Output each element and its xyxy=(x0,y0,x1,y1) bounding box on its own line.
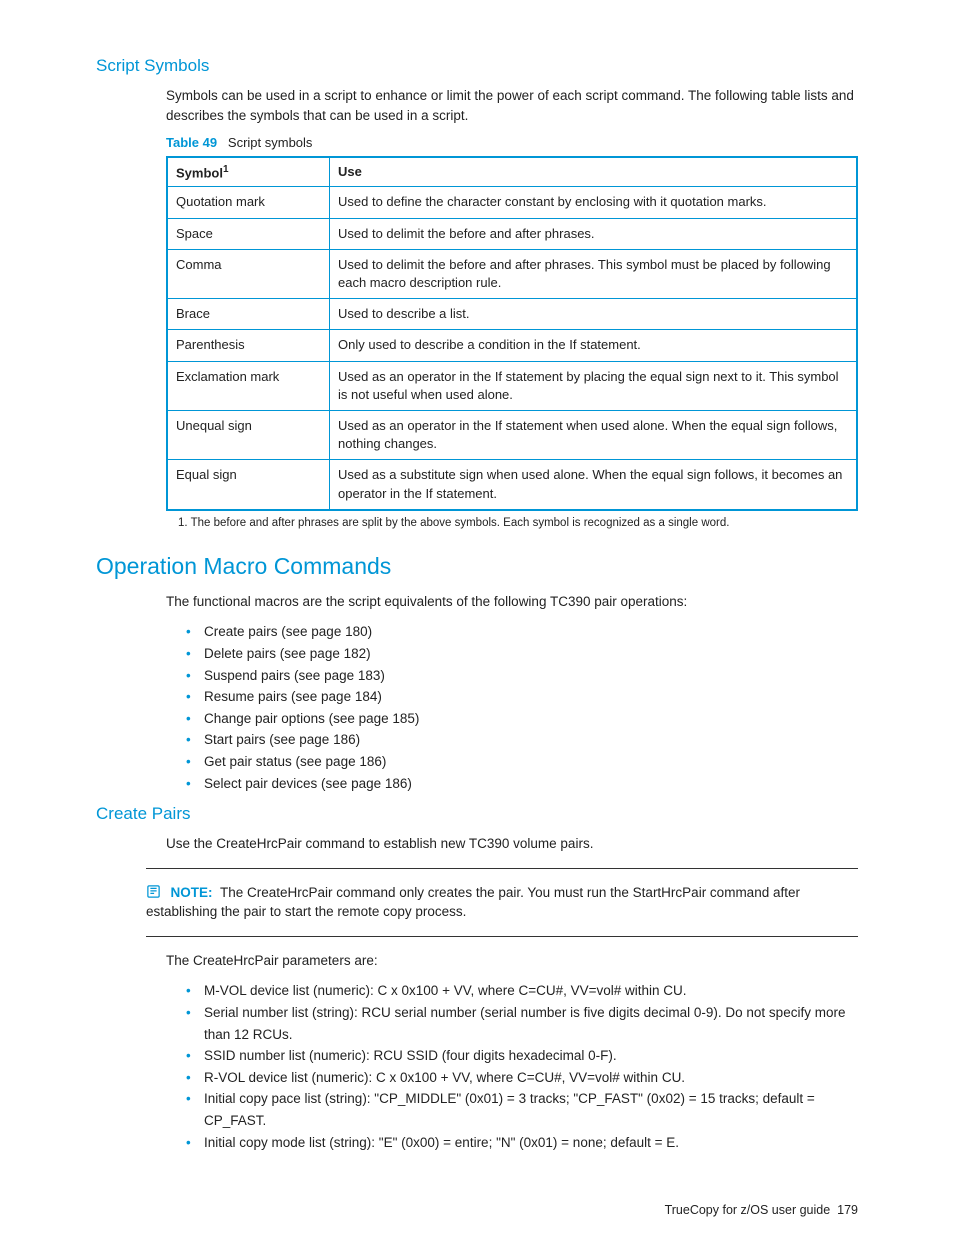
list-item: Initial copy mode list (string): "E" (0x… xyxy=(186,1132,858,1154)
table-caption-label: Table 49 xyxy=(166,135,217,150)
cell-symbol: Quotation mark xyxy=(167,187,330,218)
heading-create-pairs: Create Pairs xyxy=(96,804,858,824)
cell-symbol: Parenthesis xyxy=(167,330,330,361)
table-footnote: 1. The before and after phrases are spli… xyxy=(178,515,858,531)
heading-script-symbols: Script Symbols xyxy=(96,56,858,76)
cell-use: Used to delimit the before and after phr… xyxy=(330,218,858,249)
cell-use: Used as an operator in the If statement … xyxy=(330,361,858,410)
script-symbols-table: Symbol1 Use Quotation markUsed to define… xyxy=(166,156,858,511)
table-row: ParenthesisOnly used to describe a condi… xyxy=(167,330,857,361)
cell-symbol: Space xyxy=(167,218,330,249)
list-item: Suspend pairs (see page 183) xyxy=(186,665,858,687)
section-operation-body: The functional macros are the script equ… xyxy=(166,592,858,794)
cell-use: Used to describe a list. xyxy=(330,299,858,330)
create-pairs-params: The CreateHrcPair parameters are: M-VOL … xyxy=(166,951,858,1153)
cell-symbol: Unequal sign xyxy=(167,410,330,459)
params-list: M-VOL device list (numeric): C x 0x100 +… xyxy=(186,980,858,1153)
cell-use: Only used to describe a condition in the… xyxy=(330,330,858,361)
list-item: SSID number list (numeric): RCU SSID (fo… xyxy=(186,1045,858,1067)
list-item: M-VOL device list (numeric): C x 0x100 +… xyxy=(186,980,858,1002)
table-row: Equal signUsed as a substitute sign when… xyxy=(167,460,857,510)
note-icon xyxy=(146,884,164,902)
note-text-body: The CreateHrcPair command only creates t… xyxy=(146,885,800,920)
table-caption-text: Script symbols xyxy=(228,135,313,150)
divider xyxy=(146,936,858,937)
table-row: SpaceUsed to delimit the before and afte… xyxy=(167,218,857,249)
list-item: Change pair options (see page 185) xyxy=(186,708,858,730)
table-row: Exclamation markUsed as an operator in t… xyxy=(167,361,857,410)
cell-symbol: Exclamation mark xyxy=(167,361,330,410)
operation-intro: The functional macros are the script equ… xyxy=(166,592,858,612)
operation-list: Create pairs (see page 180) Delete pairs… xyxy=(186,621,858,794)
note-block: NOTE: The CreateHrcPair command only cre… xyxy=(146,883,858,922)
note-content: NOTE: The CreateHrcPair command only cre… xyxy=(146,885,800,920)
cell-use: Used as a substitute sign when used alon… xyxy=(330,460,858,510)
cell-use: Used to delimit the before and after phr… xyxy=(330,249,858,298)
table-row: CommaUsed to delimit the before and afte… xyxy=(167,249,857,298)
list-item: Serial number list (string): RCU serial … xyxy=(186,1002,858,1045)
list-item: Select pair devices (see page 186) xyxy=(186,773,858,795)
footer-page-number: 179 xyxy=(837,1203,858,1217)
list-item: Start pairs (see page 186) xyxy=(186,729,858,751)
section-script-symbols-body: Symbols can be used in a script to enhan… xyxy=(166,86,858,531)
col-header-symbol: Symbol1 xyxy=(167,157,330,187)
section-create-pairs-body: Use the CreateHrcPair command to establi… xyxy=(166,834,858,854)
document-page: Script Symbols Symbols can be used in a … xyxy=(0,0,954,1257)
list-item: Delete pairs (see page 182) xyxy=(186,643,858,665)
col-header-use: Use xyxy=(330,157,858,187)
list-item: Resume pairs (see page 184) xyxy=(186,686,858,708)
table-row: Unequal signUsed as an operator in the I… xyxy=(167,410,857,459)
cell-symbol: Comma xyxy=(167,249,330,298)
list-item: R-VOL device list (numeric): C x 0x100 +… xyxy=(186,1067,858,1089)
note-label: NOTE: xyxy=(170,885,212,900)
page-footer: TrueCopy for z/OS user guide 179 xyxy=(96,1203,858,1217)
table-header-row: Symbol1 Use xyxy=(167,157,857,187)
intro-paragraph: Symbols can be used in a script to enhan… xyxy=(166,86,858,125)
list-item: Initial copy pace list (string): "CP_MID… xyxy=(186,1088,858,1131)
divider xyxy=(146,868,858,869)
heading-operation-macro-commands: Operation Macro Commands xyxy=(96,553,858,580)
cell-symbol: Equal sign xyxy=(167,460,330,510)
cell-symbol: Brace xyxy=(167,299,330,330)
cell-use: Used to define the character constant by… xyxy=(330,187,858,218)
table-row: Quotation markUsed to define the charact… xyxy=(167,187,857,218)
list-item: Create pairs (see page 180) xyxy=(186,621,858,643)
params-intro: The CreateHrcPair parameters are: xyxy=(166,951,858,971)
create-pairs-intro: Use the CreateHrcPair command to establi… xyxy=(166,834,858,854)
table-row: BraceUsed to describe a list. xyxy=(167,299,857,330)
table-caption: Table 49 Script symbols xyxy=(166,135,858,150)
list-item: Get pair status (see page 186) xyxy=(186,751,858,773)
cell-use: Used as an operator in the If statement … xyxy=(330,410,858,459)
footer-title: TrueCopy for z/OS user guide xyxy=(665,1203,831,1217)
note-region: NOTE: The CreateHrcPair command only cre… xyxy=(146,868,858,937)
